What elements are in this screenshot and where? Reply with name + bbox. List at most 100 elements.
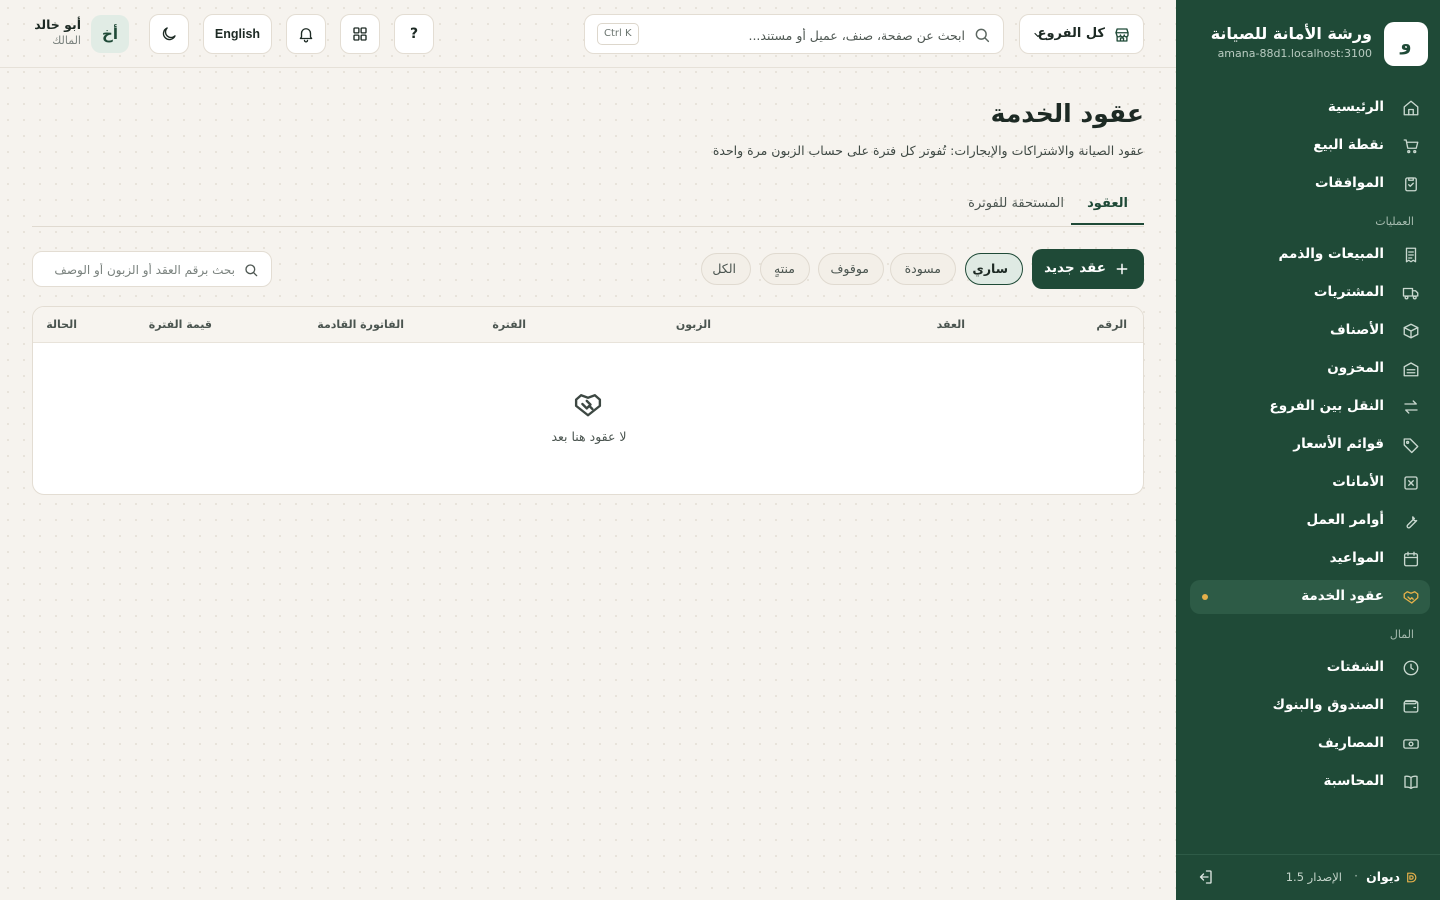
box-icon [1403,323,1419,339]
banknote-icon [1403,739,1419,749]
active-indicator-dot [1202,594,1208,600]
help-button[interactable]: ? [394,14,434,54]
sidebar-item-label: المخزون [1327,360,1384,376]
org-host: amana-88d1.localhost:3100 [1217,47,1372,60]
tab-contracts[interactable]: العقود [1071,196,1144,225]
plus-icon [1116,263,1128,275]
global-search: Ctrl K [584,14,1004,54]
store-icon [1115,28,1129,42]
org-header[interactable]: و ورشة الأمانة للصيانة amana-88d1.localh… [1188,22,1428,66]
brand-mark-icon [1407,872,1417,883]
sidebar-item-items[interactable]: الأصناف [1190,314,1430,348]
sidebar-item-work-orders[interactable]: أوامر العمل [1190,504,1430,538]
sidebar-item-accounting[interactable]: المحاسبة [1190,765,1430,799]
search-icon [975,28,990,43]
transfer-icon [1404,400,1418,414]
sidebar-item-label: الشفتات [1326,659,1384,675]
brand-name: ديوان [1366,869,1400,884]
logout-icon[interactable] [1196,868,1214,886]
calendar-icon [1403,551,1419,567]
grid-icon [353,27,367,41]
warehouse-icon [1403,362,1419,377]
sidebar-item-appointments[interactable]: المواعيد [1190,542,1430,576]
global-search-input[interactable] [665,21,965,49]
tab-due-for-billing[interactable]: المستحقة للفوترة [968,196,1064,223]
language-toggle[interactable]: English [203,14,272,54]
sidebar-item-home[interactable]: الرئيسية [1190,91,1430,125]
footer-separator: · [1354,869,1358,883]
sidebar-item-label: أوامر العمل [1306,512,1384,528]
home-icon [1403,100,1419,116]
sidebar-item-approvals[interactable]: الموافقات [1190,167,1430,201]
table-header: الرقم العقد الزبون الفترة الفاتورة القاد… [33,307,1143,343]
chevron-down-icon [1034,32,1042,38]
user-name: أبو خالد [34,17,81,32]
tabs: العقود المستحقة للفوترة [32,187,1144,227]
sidebar-item-label: الرئيسية [1327,99,1384,115]
sidebar-item-pos[interactable]: نقطة البيع [1190,129,1430,163]
column-header-period-value[interactable]: قيمة الفترة [149,318,212,331]
org-logo: و [1384,22,1428,66]
sidebar: و ورشة الأمانة للصيانة amana-88d1.localh… [1176,0,1440,900]
sidebar-item-label: قوائم الأسعار [1293,436,1384,452]
sidebar-item-price-lists[interactable]: قوائم الأسعار [1190,428,1430,462]
sidebar-item-transfers[interactable]: النقل بين الفروع [1190,390,1430,424]
sidebar-item-purchases[interactable]: المشتريات [1190,276,1430,310]
sidebar-item-label: المواعيد [1329,550,1384,566]
cart-icon [1403,139,1419,154]
wallet-icon [1403,700,1419,713]
empty-state-text: لا عقود هنا بعد [551,429,627,444]
handshake-icon [574,394,602,417]
sidebar-item-label: عقود الخدمة [1301,588,1384,604]
filter-chip-suspended[interactable]: موقوف [818,253,884,285]
clock-icon [1403,660,1419,676]
search-shortcut-hint: Ctrl K [597,23,639,45]
sidebar-item-shifts[interactable]: الشفتات [1190,651,1430,685]
filter-chip-ended[interactable]: منتهٍ [760,253,810,285]
sidebar-item-sales[interactable]: المبيعات والذمم [1190,238,1430,272]
search-icon [245,264,258,277]
sidebar-item-inventory[interactable]: المخزون [1190,352,1430,386]
sidebar-item-label: المشتريات [1313,284,1384,300]
avatar[interactable]: أخ [91,15,129,53]
filter-chip-draft[interactable]: مسودة [890,253,956,285]
sidebar-item-label: المصاريف [1317,735,1384,751]
clipboard-check-icon [1405,177,1417,192]
column-header-status[interactable]: الحالة [46,318,77,331]
column-header-next-invoice[interactable]: الفاتورة القادمة [317,318,404,331]
sidebar-item-cash-banks[interactable]: الصندوق والبنوك [1190,689,1430,723]
column-header-contract[interactable]: العقد [937,318,965,331]
sidebar-item-label: الصندوق والبنوك [1272,697,1384,713]
notifications-button[interactable] [286,14,326,54]
filter-chip-all[interactable]: الكل [701,253,751,285]
user-role: المالك [52,34,81,47]
book-icon [1404,775,1418,790]
main-content: عقود الخدمة عقود الصيانة والاشتراكات وال… [0,69,1176,900]
sidebar-item-consignments[interactable]: الأمانات [1190,466,1430,500]
column-header-period[interactable]: الفترة [492,318,526,331]
tag-icon [1403,438,1419,454]
page-subtitle: عقود الصيانة والاشتراكات والإيجارات: تُف… [712,143,1144,158]
sidebar-footer: ديوان · الإصدار 1.5 [1176,854,1440,900]
branch-label: كل الفروع [1037,26,1105,41]
handshake-icon [1403,591,1419,604]
sidebar-item-expenses[interactable]: المصاريف [1190,727,1430,761]
sidebar-item-label: المحاسبة [1323,773,1384,789]
sidebar-item-label: النقل بين الفروع [1269,398,1384,414]
sidebar-section-money: المال [1389,628,1414,641]
apps-button[interactable] [340,14,380,54]
receipt-icon [1405,247,1417,263]
sidebar-item-label: الأمانات [1332,474,1384,490]
column-header-customer[interactable]: الزبون [676,318,711,331]
contracts-search-input[interactable] [45,257,235,283]
topbar: كل الفروع Ctrl K ? English أخ أبو خالد ا… [0,0,1176,68]
sidebar-item-label: نقطة البيع [1313,137,1384,153]
org-name: ورشة الأمانة للصيانة [1210,24,1372,43]
branch-selector[interactable]: كل الفروع [1019,14,1144,54]
sidebar-item-service-contracts[interactable]: عقود الخدمة [1190,580,1430,614]
sidebar-item-label: الأصناف [1330,322,1384,338]
new-contract-button[interactable]: عقد جديد [1032,249,1144,289]
filter-chip-active[interactable]: ساري [965,253,1023,285]
column-header-number[interactable]: الرقم [1096,318,1127,331]
theme-toggle[interactable] [149,14,189,54]
